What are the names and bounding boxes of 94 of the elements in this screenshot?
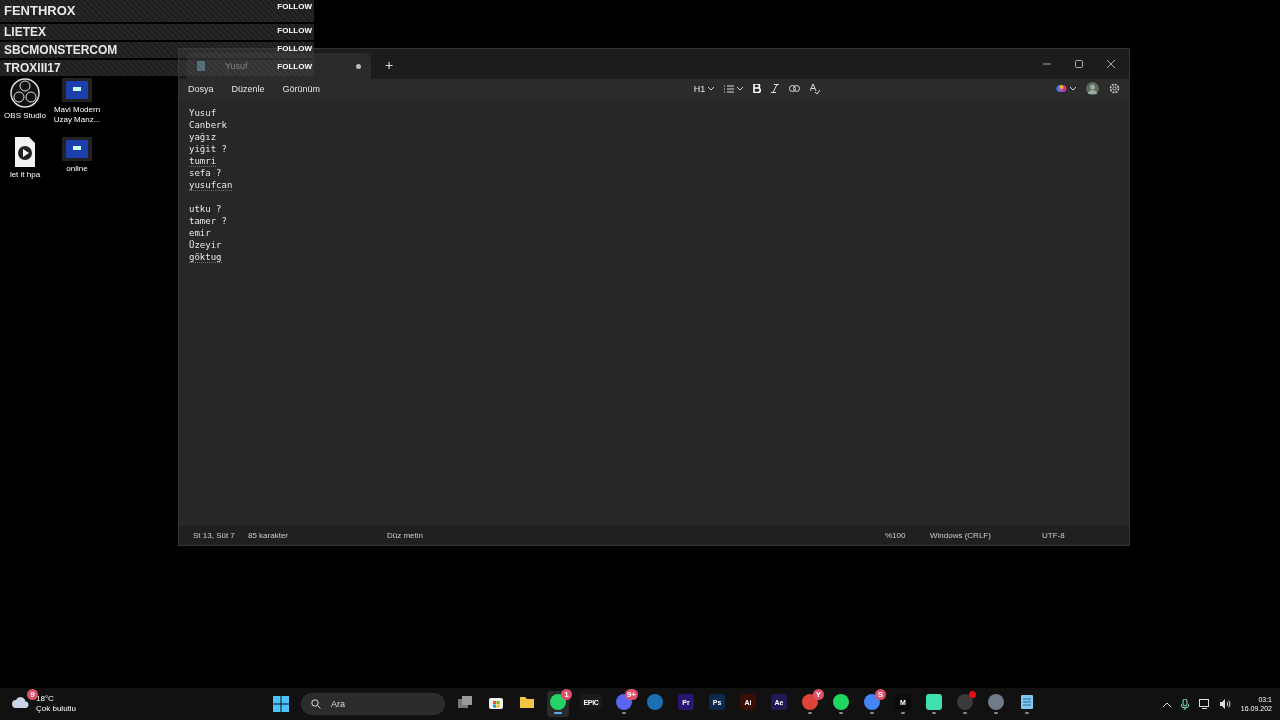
taskbar-app-button[interactable]: 9+	[613, 691, 635, 717]
new-tab-button[interactable]: +	[377, 53, 401, 77]
text-line: Yusuf	[189, 107, 217, 119]
italic-icon	[771, 84, 780, 93]
volume-icon	[1219, 699, 1231, 709]
round-app-icon	[988, 694, 1004, 710]
channel-name: LIETEX	[4, 24, 46, 40]
text-line: göktug	[189, 251, 222, 263]
search-field[interactable]: Ara	[301, 693, 445, 715]
running-indicator	[1025, 712, 1029, 714]
text-line: Üzeyir	[189, 239, 222, 251]
taskbar-app-button[interactable]: Y	[799, 691, 821, 717]
search-input[interactable]: Ara	[329, 698, 429, 710]
text-line: utku ?	[189, 203, 222, 215]
character-count: 85 karakter	[248, 531, 290, 540]
alert-dot	[969, 691, 976, 698]
desktop-icon-label[interactable]: let it hpa	[9, 170, 41, 180]
channel-name: SBCMONSTERCOM	[4, 42, 118, 58]
running-indicator	[622, 712, 626, 714]
chevron-down-icon	[737, 86, 744, 91]
notification-badge: 9+	[624, 689, 638, 700]
temperature: 18°C	[36, 694, 55, 704]
running-indicator	[901, 712, 905, 714]
desktop-icon-label[interactable]: online	[66, 164, 88, 174]
copilot-icon	[1056, 83, 1067, 94]
text-format: Düz metin	[387, 531, 424, 540]
text-line: emir	[189, 227, 211, 239]
heading-dropdown[interactable]: H1	[693, 80, 715, 97]
microphone-icon	[1180, 698, 1189, 710]
text-line: Canberk	[189, 119, 227, 131]
video-file-icon	[62, 78, 92, 102]
account-button[interactable]	[1086, 80, 1099, 97]
notepad-icon	[1020, 694, 1034, 710]
taskbar-app-button[interactable]	[923, 691, 945, 717]
chevron-down-icon	[1070, 86, 1076, 91]
follow-button[interactable]: FOLLOW	[277, 60, 312, 73]
notification-badge: 1	[561, 689, 572, 700]
notification-badge: Y	[813, 689, 824, 700]
tab-title: Yusuf	[225, 61, 248, 71]
text-line: tamer ?	[189, 215, 227, 227]
settings-icon	[1109, 83, 1120, 94]
running-indicator	[870, 712, 874, 714]
close-icon	[1107, 60, 1115, 68]
text-editor[interactable]: Yusuf Canberk yağız yiğit ? tumri sefa ? yusufcan utku ? tamer ? emir Üzeyir göktug	[179, 98, 1129, 526]
desktop-icon-label[interactable]: Mavi Modern Uzay Manz...	[52, 105, 102, 125]
link-icon	[789, 85, 801, 92]
avatar-icon	[1086, 82, 1099, 95]
minimize-icon	[1043, 60, 1051, 68]
channel-name: FENTHROX	[4, 2, 76, 20]
taskbar-app-button[interactable]: 1	[547, 691, 569, 717]
taskbar-app-button[interactable]: S	[861, 691, 883, 717]
text-line: sefa ?	[189, 167, 222, 179]
round-app-icon	[833, 694, 849, 710]
running-indicator	[554, 712, 562, 714]
menu-item[interactable]: Görünüm	[282, 83, 339, 94]
windows-logo-icon	[273, 696, 289, 712]
search-icon	[311, 699, 321, 709]
chevron-down-icon	[708, 86, 715, 91]
media-file-icon	[13, 137, 37, 167]
zoom-level: %100	[885, 531, 907, 540]
folder-icon	[519, 694, 535, 710]
notepad-icon	[197, 61, 205, 71]
encoding: UTF-8	[1042, 531, 1066, 540]
follow-button[interactable]: FOLLOW	[277, 42, 312, 55]
weather-condition: Çok bulutlu	[36, 704, 77, 714]
round-app-icon	[957, 694, 973, 710]
running-indicator	[963, 712, 967, 714]
line-endings: Windows (CRLF)	[930, 531, 992, 540]
video-file-icon	[62, 137, 92, 161]
bold-icon	[753, 84, 762, 93]
text-line: yiğit ?	[189, 143, 227, 155]
maximize-icon	[1075, 60, 1083, 68]
running-indicator	[839, 712, 843, 714]
running-indicator	[932, 712, 936, 714]
cursor-position: St 13, Süt 7	[193, 531, 236, 540]
follow-button[interactable]: FOLLOW	[277, 0, 312, 13]
spellcheck-icon	[810, 83, 821, 94]
menu-item[interactable]: Düzenle	[231, 83, 283, 94]
channel-name: TROXIII17	[4, 60, 61, 76]
task-view-icon	[457, 694, 473, 710]
text-line: tumri	[189, 155, 217, 167]
notification-badge: S	[875, 689, 886, 700]
chevron-up-icon	[1162, 701, 1171, 707]
desktop-icon-label[interactable]: OBS Studio	[4, 111, 46, 121]
round-app-icon	[647, 694, 663, 710]
text-line: yusufcan	[189, 179, 233, 191]
running-indicator	[994, 712, 998, 714]
follow-button[interactable]: FOLLOW	[277, 24, 312, 37]
text-line: yağız	[189, 131, 217, 143]
list-icon	[724, 84, 735, 93]
app-tile-icon	[926, 694, 942, 710]
weather-badge: 9	[27, 689, 38, 700]
menu-item[interactable]: Dosya	[188, 83, 232, 94]
running-indicator	[808, 712, 812, 714]
